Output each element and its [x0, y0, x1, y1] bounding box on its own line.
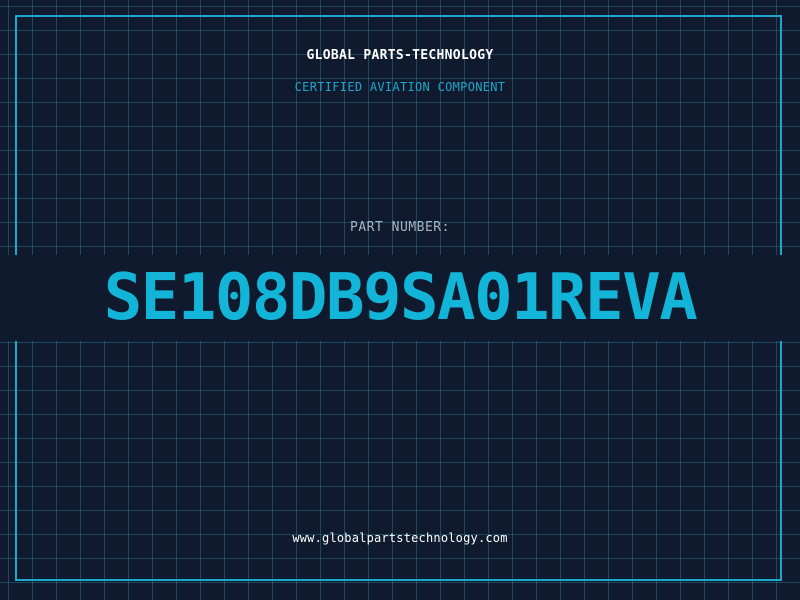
part-number-value: SE108DB9SA01REVA: [0, 255, 800, 341]
company-name: GLOBAL PARTS-TECHNOLOGY: [306, 48, 494, 63]
certification-subtitle: CERTIFIED AVIATION COMPONENT: [294, 80, 506, 94]
website-link[interactable]: www.globalpartstechnology.com: [0, 531, 800, 545]
certificate-canvas: GLOBAL PARTS-TECHNOLOGY CERTIFIED AVIATI…: [0, 0, 800, 600]
part-number-label: PART NUMBER:: [350, 220, 450, 235]
